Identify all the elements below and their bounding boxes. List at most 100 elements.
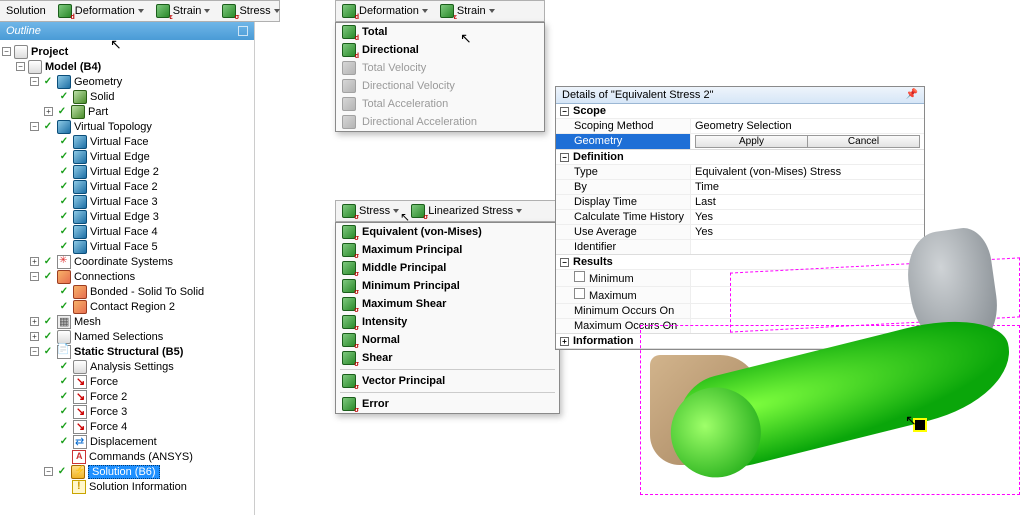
tree-vedge3[interactable]: ✓Virtual Edge 3	[2, 209, 252, 224]
expand-icon[interactable]: +	[44, 107, 53, 116]
tree-vedge[interactable]: ✓Virtual Edge	[2, 149, 252, 164]
checkbox[interactable]	[574, 288, 585, 299]
menu-equivalent[interactable]: Equivalent (von-Mises)	[336, 223, 559, 241]
collapse-icon[interactable]: −	[560, 107, 569, 116]
group-definition[interactable]: −Definition	[556, 150, 924, 164]
model-icon	[28, 60, 42, 74]
tree-static-structural[interactable]: −✓Static Structural (B5)	[2, 344, 252, 359]
tree-connections[interactable]: −✓Connections	[2, 269, 252, 284]
menu-min-principal[interactable]: Minimum Principal	[336, 277, 559, 295]
tree-analysis-settings[interactable]: ✓Analysis Settings	[2, 359, 252, 374]
collapse-icon[interactable]: −	[30, 77, 39, 86]
solution-icon	[71, 465, 85, 479]
pin-icon[interactable]: 📌	[906, 89, 918, 101]
menu-mid-principal[interactable]: Middle Principal	[336, 259, 559, 277]
tree-vface[interactable]: ✓Virtual Face	[2, 134, 252, 149]
vf-icon	[73, 195, 87, 209]
check-icon: ✓	[58, 286, 70, 297]
tree-force4[interactable]: ✓Force 4	[2, 419, 252, 434]
result-icon	[342, 79, 356, 93]
stress-menu: Equivalent (von-Mises) Maximum Principal…	[335, 222, 560, 414]
cancel-button[interactable]: Cancel	[808, 135, 920, 148]
prop-type[interactable]: TypeEquivalent (von-Mises) Stress	[556, 164, 924, 179]
tree-solid[interactable]: ✓Solid	[2, 89, 252, 104]
menu-error[interactable]: Error	[336, 395, 559, 413]
tree-coord[interactable]: +✓Coordinate Systems	[2, 254, 252, 269]
prop-scoping-method[interactable]: Scoping MethodGeometry Selection	[556, 118, 924, 133]
result-icon	[342, 225, 356, 239]
tree-force1[interactable]: ✓Force	[2, 374, 252, 389]
menu-vector-principal[interactable]: Vector Principal	[336, 372, 559, 390]
menu-total[interactable]: Total	[336, 23, 544, 41]
solution-button[interactable]: Solution	[0, 1, 52, 21]
collapse-icon[interactable]: −	[560, 258, 569, 267]
check-icon: ✓	[56, 106, 68, 117]
deformation-dropdown[interactable]: Deformation	[52, 1, 150, 21]
collapse-icon[interactable]: −	[2, 47, 11, 56]
stress-label: Stress	[239, 5, 270, 17]
linearized-stress-dropdown[interactable]: Linearized Stress	[405, 201, 528, 221]
tree-solution-info[interactable]: Solution Information	[2, 479, 252, 494]
prop-calc-time-history[interactable]: Calculate Time HistoryYes	[556, 209, 924, 224]
menu-shear[interactable]: Shear	[336, 349, 559, 367]
pin-icon[interactable]	[238, 26, 248, 36]
menu-max-shear[interactable]: Maximum Shear	[336, 295, 559, 313]
strain-dropdown[interactable]: Strain	[150, 1, 217, 21]
tree-vedge2[interactable]: ✓Virtual Edge 2	[2, 164, 252, 179]
collapse-icon[interactable]: −	[16, 62, 25, 71]
prop-display-time[interactable]: Display TimeLast	[556, 194, 924, 209]
menu-max-principal[interactable]: Maximum Principal	[336, 241, 559, 259]
check-icon: ✓	[58, 181, 70, 192]
tree-vface5[interactable]: ✓Virtual Face 5	[2, 239, 252, 254]
collapse-icon[interactable]: −	[30, 347, 39, 356]
tree-bonded[interactable]: ✓Bonded - Solid To Solid	[2, 284, 252, 299]
tree-vface4[interactable]: ✓Virtual Face 4	[2, 224, 252, 239]
menu-directional[interactable]: Directional	[336, 41, 544, 59]
stress-dropdown[interactable]: Stress	[216, 1, 285, 21]
contact-icon	[73, 285, 87, 299]
tree-vface2[interactable]: ✓Virtual Face 2	[2, 179, 252, 194]
probe-marker[interactable]	[915, 420, 925, 430]
tree-geometry[interactable]: −✓Geometry	[2, 74, 252, 89]
graphics-viewport[interactable]: ↖	[640, 230, 1020, 510]
model-tree[interactable]: −Project −Model (B4) −✓Geometry ✓Solid +…	[0, 40, 254, 498]
tree-vface3[interactable]: ✓Virtual Face 3	[2, 194, 252, 209]
collapse-icon[interactable]: −	[44, 467, 53, 476]
collapse-icon[interactable]: −	[30, 272, 39, 281]
menu-intensity[interactable]: Intensity	[336, 313, 559, 331]
tree-commands[interactable]: Commands (ANSYS)	[2, 449, 252, 464]
expand-icon[interactable]: +	[560, 337, 569, 346]
collapse-icon[interactable]: −	[560, 153, 569, 162]
expand-icon[interactable]: +	[30, 257, 39, 266]
tree-displacement[interactable]: ✓Displacement	[2, 434, 252, 449]
group-scope[interactable]: −Scope	[556, 104, 924, 118]
tree-contact2[interactable]: ✓Contact Region 2	[2, 299, 252, 314]
details-header: Details of "Equivalent Stress 2"📌	[556, 87, 924, 104]
strain-dropdown2[interactable]: Strain	[434, 1, 501, 21]
tree-model[interactable]: −Model (B4)	[2, 59, 252, 74]
tree-project[interactable]: −Project	[2, 44, 252, 59]
expand-icon[interactable]: +	[30, 317, 39, 326]
expand-icon[interactable]: +	[30, 332, 39, 341]
tree-force2[interactable]: ✓Force 2	[2, 389, 252, 404]
apply-button[interactable]: Apply	[695, 135, 808, 148]
vf-icon	[73, 180, 87, 194]
prop-geometry[interactable]: GeometryApplyCancel	[556, 133, 924, 149]
results-toolbar: Solution Deformation Strain Stress	[0, 0, 280, 22]
menu-normal[interactable]: Normal	[336, 331, 559, 349]
tree-named-sel[interactable]: +✓Named Selections	[2, 329, 252, 344]
tree-mesh[interactable]: +✓Mesh	[2, 314, 252, 329]
stress-toolbar: Stress Linearized Stress	[335, 200, 560, 222]
result-icon	[342, 333, 356, 347]
tree-force3[interactable]: ✓Force 3	[2, 404, 252, 419]
stress-dropdown-open[interactable]: Stress	[336, 201, 405, 221]
tree-part[interactable]: +✓Part	[2, 104, 252, 119]
project-icon	[14, 45, 28, 59]
checkbox[interactable]	[574, 271, 585, 282]
tree-virtual-topology[interactable]: −✓Virtual Topology	[2, 119, 252, 134]
collapse-icon[interactable]: −	[30, 122, 39, 131]
deformation-dropdown-open[interactable]: Deformation	[336, 1, 434, 21]
solution-label: Solution	[6, 5, 46, 17]
tree-solution[interactable]: −✓Solution (B6)	[2, 464, 252, 479]
prop-by[interactable]: ByTime	[556, 179, 924, 194]
